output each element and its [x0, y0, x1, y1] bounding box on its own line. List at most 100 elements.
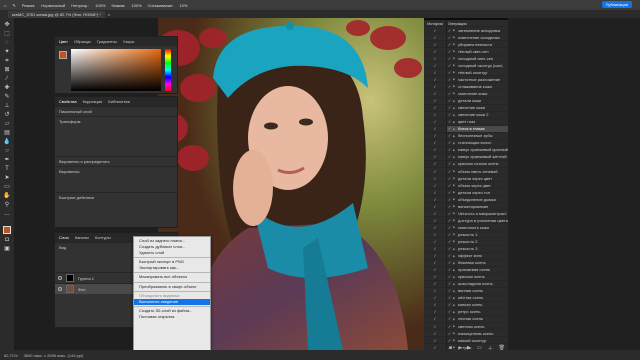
action-check-icon[interactable]: ✓ [448, 274, 451, 279]
action-check-icon[interactable]: ✓ [448, 98, 451, 103]
pen-tool-icon[interactable]: ✒ [3, 157, 11, 163]
close-tab-icon[interactable]: × [108, 12, 110, 17]
action-item[interactable]: ✓ ▶ смягчение кожи [447, 90, 508, 98]
visibility-eye-icon[interactable] [58, 276, 62, 280]
action-check-icon[interactable]: ✓ [448, 267, 451, 272]
expand-triangle-icon[interactable]: ▶ [453, 99, 456, 103]
brush-tool-icon[interactable]: ✎ [3, 94, 11, 100]
action-check-icon[interactable]: ✓ [448, 197, 451, 202]
tab-patterns[interactable]: Узоры [123, 39, 134, 44]
history-toggle-icon[interactable]: ✓ [424, 302, 446, 309]
history-toggle-icon[interactable]: ✓ [424, 161, 446, 168]
context-menu-item[interactable]: Экспортировать как... [134, 265, 210, 271]
context-menu-item[interactable]: Почтовая открытка [134, 314, 210, 320]
history-toggle-icon[interactable]: ✓ [424, 90, 446, 98]
history-toggle-icon[interactable]: ✓ [424, 316, 446, 324]
expand-triangle-icon[interactable]: ▶ [453, 106, 456, 110]
action-item[interactable]: ✓ ▶ эффект кино [447, 253, 508, 260]
move-tool-icon[interactable]: ✥ [3, 22, 11, 28]
action-check-icon[interactable]: ✓ [448, 84, 451, 89]
action-item[interactable]: ✓ ▶ резкость 2 [447, 238, 508, 246]
action-item[interactable]: ✓ ▶ объем через цвет [447, 182, 508, 190]
history-toggle-icon[interactable]: ✓ [424, 41, 446, 49]
home-icon[interactable]: ⌂ [4, 3, 6, 8]
type-tool-icon[interactable]: T [3, 166, 11, 172]
context-menu-item[interactable]: Удалить слой [134, 250, 210, 256]
expand-triangle-icon[interactable]: ▶ [453, 56, 456, 60]
expand-triangle-icon[interactable]: ▶ [453, 127, 456, 131]
expand-triangle-icon[interactable]: ▶ [453, 232, 456, 236]
action-check-icon[interactable]: ✓ [448, 232, 451, 237]
action-check-icon[interactable]: ✓ [448, 218, 451, 223]
action-item[interactable]: ✓ ▶ стилизация волос [447, 140, 508, 147]
expand-triangle-icon[interactable]: ▶ [453, 28, 456, 32]
action-item[interactable]: ✓ ▶ винная осень [447, 288, 508, 295]
zoom-tool-icon[interactable]: ⚲ [3, 202, 11, 208]
eraser-icon[interactable]: ▱ [3, 121, 11, 127]
action-item[interactable]: ✓ ▶ оранжевая осень [447, 267, 508, 274]
gradient-tool-icon[interactable]: ▤ [3, 130, 11, 136]
tab-gradients[interactable]: Градиенты [97, 39, 117, 44]
action-item[interactable]: ✓ ▶ свечение кожи [447, 105, 508, 112]
screen-mode-icon[interactable]: ▣ [3, 246, 11, 252]
more-tools-icon[interactable]: … [3, 211, 11, 217]
action-check-icon[interactable]: ✓ [448, 225, 451, 230]
action-check-icon[interactable]: ✓ [448, 302, 451, 307]
history-title[interactable]: История [424, 20, 446, 28]
history-toggle-icon[interactable]: ✓ [424, 196, 446, 204]
expand-triangle-icon[interactable]: ▶ [453, 183, 456, 187]
lasso-tool-icon[interactable]: ◌ [3, 40, 11, 46]
expand-triangle-icon[interactable]: ▶ [453, 91, 456, 95]
history-toggle-icon[interactable]: ✓ [424, 267, 446, 274]
history-toggle-icon[interactable]: ✓ [424, 62, 446, 70]
expand-triangle-icon[interactable]: ▶ [453, 63, 456, 67]
fg-swatch[interactable] [59, 51, 67, 59]
context-menu-item[interactable]: Маскировать все объекты [134, 274, 210, 280]
expand-triangle-icon[interactable]: ▶ [453, 324, 456, 328]
action-check-icon[interactable]: ✓ [448, 239, 451, 244]
quick-mask-icon[interactable]: ◘ [3, 237, 11, 243]
history-toggle-icon[interactable]: ✓ [424, 238, 446, 246]
action-check-icon[interactable]: ✓ [448, 183, 451, 188]
action-item[interactable]: ✓ ▶ красная осень [447, 274, 508, 281]
expand-triangle-icon[interactable]: ▶ [453, 190, 456, 194]
dodge-tool-icon[interactable]: ○ [3, 148, 11, 154]
history-toggle-icon[interactable]: ✓ [424, 98, 446, 105]
history-toggle-icon[interactable]: ✓ [424, 175, 446, 183]
action-item[interactable]: ✓ ▶ убираем певности [447, 41, 508, 49]
history-toggle-icon[interactable]: ✓ [424, 253, 446, 260]
expand-triangle-icon[interactable]: ▶ [453, 282, 456, 286]
brush-icon[interactable]: ✎ [12, 3, 15, 8]
expand-triangle-icon[interactable]: ▶ [453, 49, 456, 53]
action-item[interactable]: ✓ ▶ светлая осень [447, 323, 508, 331]
expand-triangle-icon[interactable]: ▶ [453, 247, 456, 251]
history-toggle-icon[interactable]: ✓ [424, 210, 446, 218]
expand-triangle-icon[interactable]: ▶ [453, 120, 456, 124]
action-item[interactable]: ✓ ▶ сглаживание кожи [447, 83, 508, 91]
action-check-icon[interactable]: ✓ [448, 49, 451, 54]
expand-triangle-icon[interactable]: ▶ [453, 84, 456, 88]
action-check-icon[interactable]: ✓ [448, 169, 451, 174]
action-check-icon[interactable]: ✓ [448, 119, 451, 124]
healing-brush-icon[interactable]: ✚ [3, 85, 11, 91]
expand-triangle-icon[interactable]: ▶ [453, 310, 456, 314]
expand-triangle-icon[interactable]: ▶ [453, 331, 456, 335]
history-toggle-icon[interactable]: ✓ [424, 224, 446, 232]
action-check-icon[interactable]: ✓ [448, 324, 451, 329]
action-check-icon[interactable]: ✓ [448, 126, 451, 131]
action-check-icon[interactable]: ✓ [448, 70, 451, 75]
expand-triangle-icon[interactable]: ▶ [453, 148, 456, 152]
expand-triangle-icon[interactable]: ▶ [453, 155, 456, 159]
expand-triangle-icon[interactable]: ▶ [453, 225, 456, 229]
action-item[interactable]: ✓ ▶ ретро осень [447, 309, 508, 316]
action-check-icon[interactable]: ✓ [448, 28, 451, 33]
history-toggle-icon[interactable]: ✓ [424, 168, 446, 176]
expand-triangle-icon[interactable]: ▶ [453, 162, 456, 166]
history-toggle-icon[interactable]: ✓ [424, 295, 446, 302]
history-toggle-icon[interactable]: ✓ [424, 274, 446, 281]
action-item[interactable]: ✓ ▶ шоколадная осень [447, 281, 508, 288]
action-item[interactable]: ✓ ▶ тёплый оконтур [447, 69, 508, 77]
action-check-icon[interactable]: ✓ [448, 63, 451, 68]
expand-triangle-icon[interactable]: ▶ [453, 303, 456, 307]
action-check-icon[interactable]: ✓ [448, 154, 451, 159]
